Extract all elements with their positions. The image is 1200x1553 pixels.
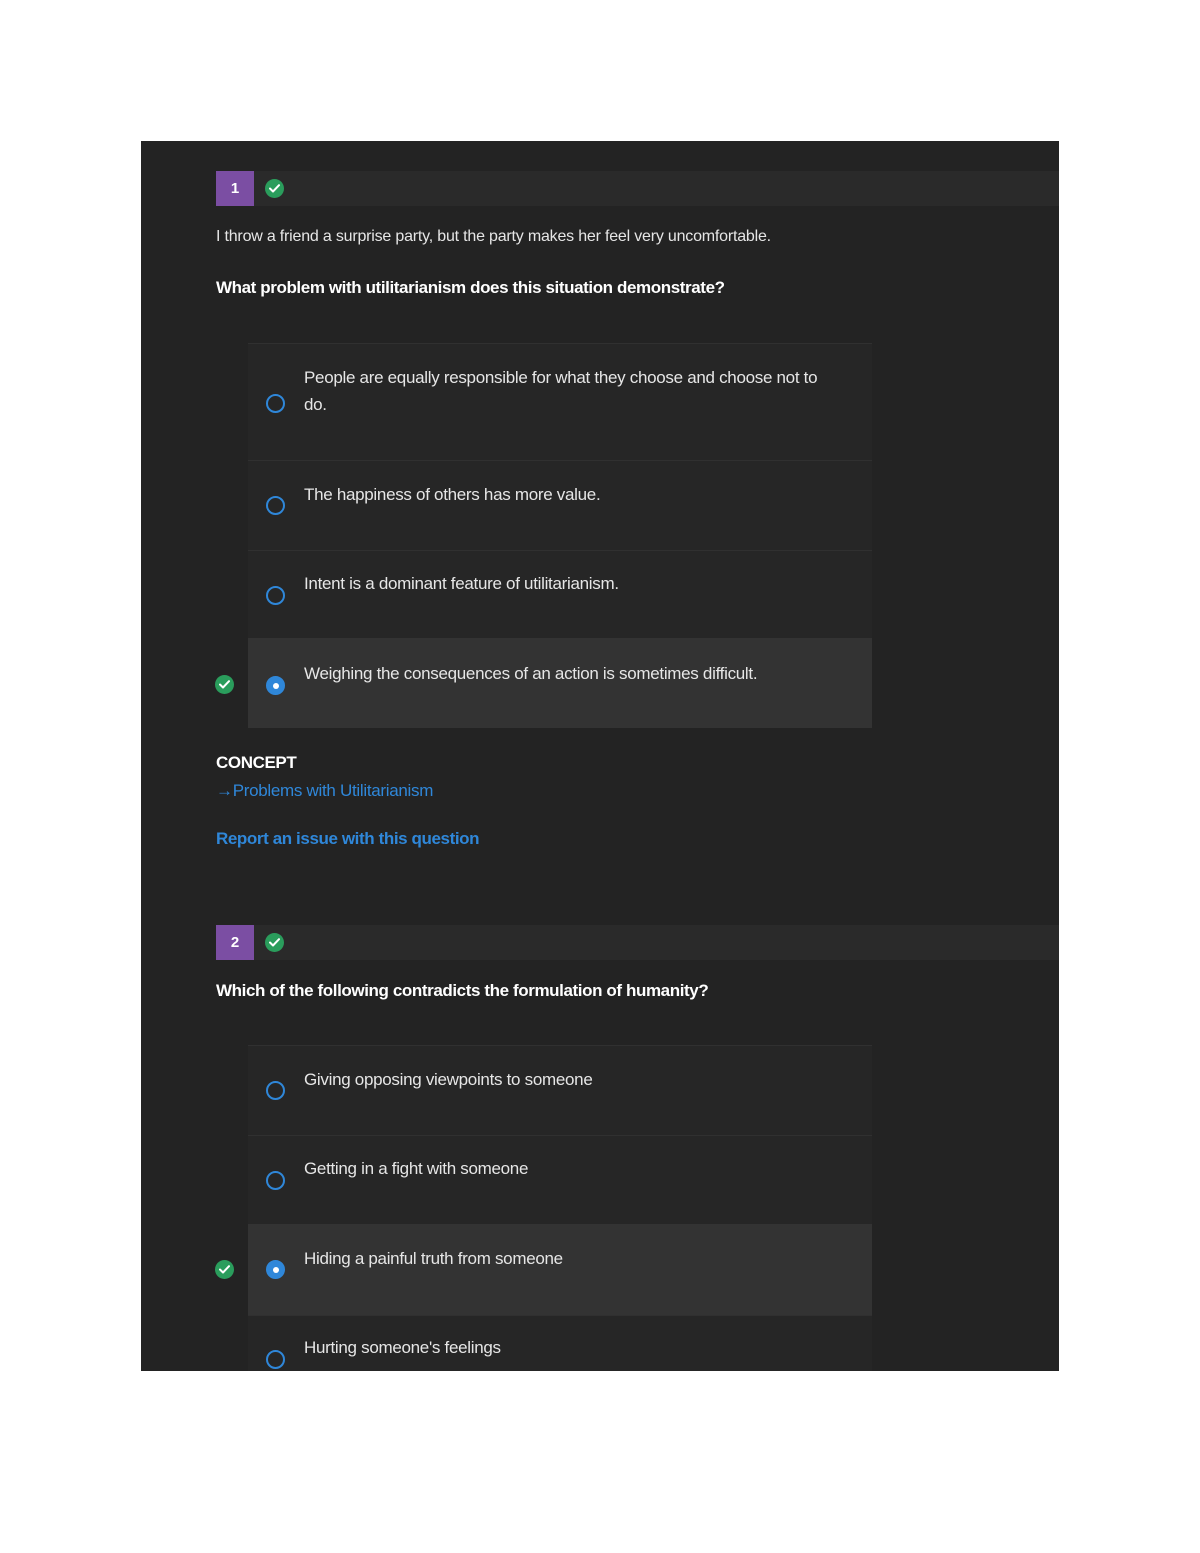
radio-unselected-icon[interactable] [266, 1081, 285, 1100]
arrow-right-icon: → [216, 781, 233, 800]
question-prompt: What problem with utilitarianism does th… [216, 278, 725, 297]
answer-option[interactable]: Intent is a dominant feature of utilitar… [248, 550, 872, 638]
answer-option[interactable]: Hurting someone's feelings [248, 1315, 872, 1371]
answer-option-text: People are equally responsible for what … [304, 368, 818, 414]
radio-unselected-icon[interactable] [266, 394, 285, 413]
answer-option-text: The happiness of others has more value. [304, 485, 601, 504]
answer-option-text: Giving opposing viewpoints to someone [304, 1070, 593, 1089]
answer-option-selected[interactable]: Hiding a painful truth from someone [215, 1224, 872, 1315]
answer-option-text: Getting in a fight with someone [304, 1159, 529, 1178]
correct-check-icon [215, 1260, 234, 1279]
answer-option[interactable]: The happiness of others has more value. [248, 460, 872, 550]
radio-selected-icon[interactable] [266, 676, 285, 695]
radio-unselected-icon[interactable] [266, 586, 285, 605]
radio-selected-icon[interactable] [266, 1260, 285, 1279]
question-number-badge: 2 [216, 925, 254, 960]
answer-option[interactable]: Giving opposing viewpoints to someone [248, 1045, 872, 1135]
answer-option-text: Intent is a dominant feature of utilitar… [304, 574, 619, 593]
correct-check-icon [265, 933, 284, 952]
question-prompt: Which of the following contradicts the f… [216, 981, 709, 1000]
answer-option[interactable]: People are equally responsible for what … [248, 343, 872, 460]
quiz-results-panel: 1 I throw a friend a surprise party, but… [141, 141, 1059, 1371]
question-2-header: 2 [216, 925, 1059, 960]
correct-check-icon [215, 675, 234, 694]
concept-label: CONCEPT [216, 753, 297, 772]
concept-link[interactable]: →Problems with Utilitarianism [216, 781, 433, 801]
answer-option-text: Weighing the consequences of an action i… [304, 664, 758, 683]
answer-option-text: Hiding a painful truth from someone [304, 1249, 563, 1268]
question-number-badge: 1 [216, 171, 254, 206]
report-issue-link[interactable]: Report an issue with this question [216, 829, 480, 849]
answer-option[interactable]: Getting in a fight with someone [248, 1135, 872, 1224]
concept-link-text: Problems with Utilitarianism [232, 781, 434, 800]
answer-option-selected[interactable]: Weighing the consequences of an action i… [215, 638, 872, 728]
radio-unselected-icon[interactable] [266, 1350, 285, 1369]
answer-option-text: Hurting someone's feelings [304, 1338, 501, 1357]
question-1-header: 1 [216, 171, 1059, 206]
radio-unselected-icon[interactable] [266, 1171, 285, 1190]
question-scenario: I throw a friend a surprise party, but t… [216, 228, 771, 245]
radio-unselected-icon[interactable] [266, 496, 285, 515]
correct-check-icon [265, 179, 284, 198]
